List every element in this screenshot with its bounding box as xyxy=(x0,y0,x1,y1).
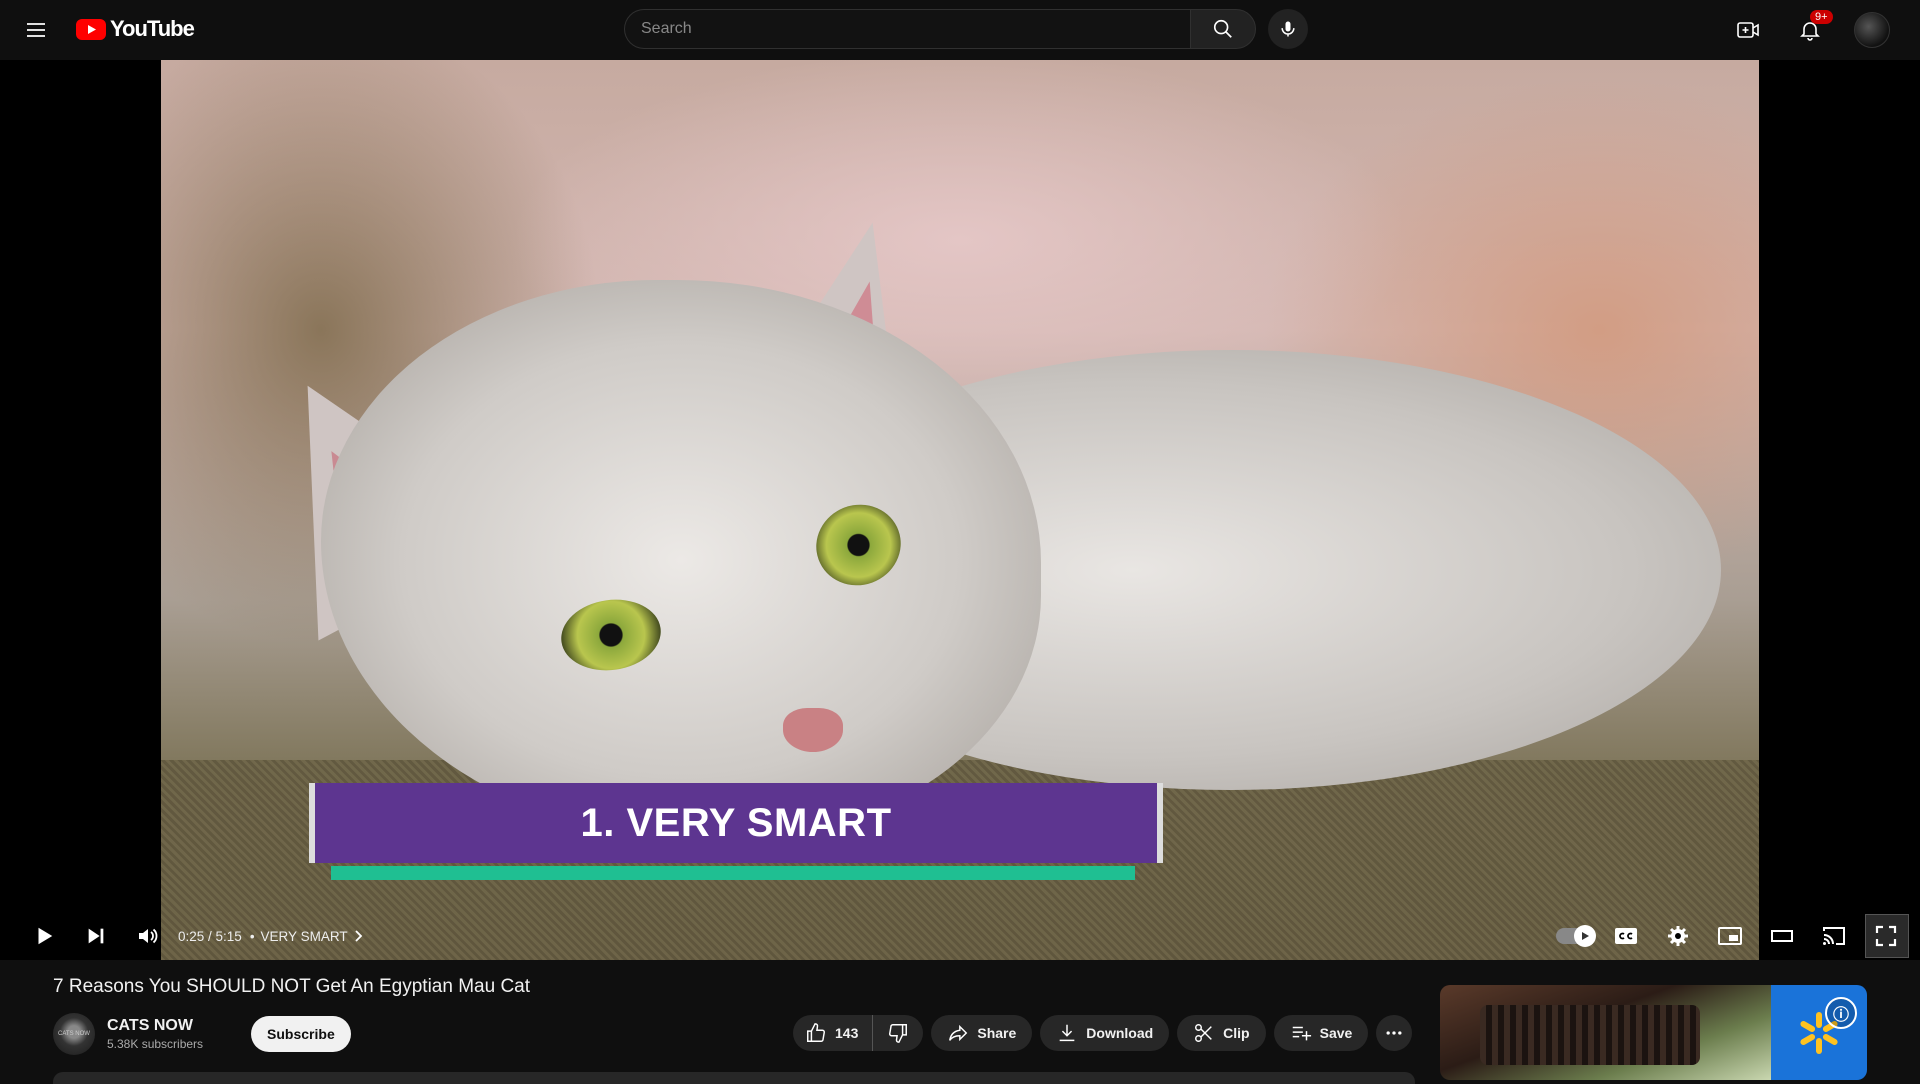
play-icon xyxy=(38,927,53,945)
video-actions: 143 Share Download Clip Save xyxy=(793,1015,1413,1051)
channel-info: CATS NOW 5.38K subscribers xyxy=(107,1017,203,1051)
share-label: Share xyxy=(977,1025,1017,1041)
thumbs-up-icon xyxy=(807,1023,825,1042)
play-button[interactable] xyxy=(18,912,70,960)
masthead: YouTube 9+ xyxy=(0,0,1920,60)
notifications-button[interactable]: 9+ xyxy=(1792,10,1833,48)
controls-right xyxy=(1548,912,1912,960)
volume-icon xyxy=(139,928,158,944)
channel-avatar[interactable]: CATS NOW xyxy=(53,1013,95,1055)
settings-button[interactable] xyxy=(1652,912,1704,960)
channel-name[interactable]: CATS NOW xyxy=(107,1017,203,1035)
scissors-icon xyxy=(1195,1024,1213,1042)
create-button[interactable] xyxy=(1730,12,1766,48)
video-info-section: 7 Reasons You SHOULD NOT Get An Egyptian… xyxy=(0,960,1920,1084)
logo-text: YouTube xyxy=(110,16,195,41)
fullscreen-icon xyxy=(1875,925,1897,947)
dislike-button[interactable] xyxy=(873,1015,923,1051)
menu-icon[interactable] xyxy=(24,18,48,42)
ad-info-icon[interactable]: ⓘ xyxy=(1825,997,1857,1029)
thumbs-down-icon xyxy=(889,1024,908,1043)
video-player[interactable]: 1. VERY SMART xyxy=(0,60,1920,969)
time-display: 0:25 / 5:15 xyxy=(178,928,242,944)
description-box[interactable] xyxy=(53,1072,1415,1084)
ad-grill-image xyxy=(1480,1005,1700,1065)
search-button[interactable] xyxy=(1190,9,1256,49)
search-input[interactable] xyxy=(624,9,1190,49)
like-count: 143 xyxy=(835,1025,859,1041)
playlist-add-icon xyxy=(1292,1026,1311,1041)
autoplay-switch xyxy=(1556,925,1596,947)
cast-button[interactable] xyxy=(1808,912,1860,960)
fullscreen-button[interactable] xyxy=(1860,912,1912,960)
companion-ad[interactable]: ⓘ xyxy=(1440,985,1867,1080)
video-overlay-strip xyxy=(331,866,1135,880)
mute-button[interactable] xyxy=(122,912,174,960)
video-overlay-title: 1. VERY SMART xyxy=(580,800,892,845)
controls-left: 0:25 / 5:15 • VERY SMART xyxy=(18,912,364,960)
ad-image[interactable] xyxy=(1440,985,1771,1080)
channel-row: CATS NOW CATS NOW 5.38K subscribers Subs… xyxy=(53,1013,351,1055)
video-title: 7 Reasons You SHOULD NOT Get An Egyptian… xyxy=(53,976,531,997)
autoplay-play-icon xyxy=(1582,932,1589,940)
video-cat-head xyxy=(321,280,1041,840)
share-icon xyxy=(949,1024,968,1042)
next-icon xyxy=(88,928,104,944)
miniplayer-button[interactable] xyxy=(1704,912,1756,960)
next-button[interactable] xyxy=(70,912,122,960)
like-dislike-group: 143 xyxy=(793,1015,924,1051)
create-icon xyxy=(1737,22,1759,38)
ad-info-glyph: ⓘ xyxy=(1832,1005,1849,1024)
video-cat-nose xyxy=(783,708,843,752)
youtube-logo[interactable]: YouTube xyxy=(76,16,195,42)
youtube-play-logo-icon xyxy=(76,18,106,40)
download-button[interactable]: Download xyxy=(1040,1015,1170,1051)
clip-button[interactable]: Clip xyxy=(1177,1015,1266,1051)
subtitles-button[interactable] xyxy=(1600,912,1652,960)
clip-label: Clip xyxy=(1223,1025,1250,1041)
channel-avatar-text: CATS NOW xyxy=(58,1031,90,1037)
cast-icon xyxy=(1823,927,1845,945)
save-button[interactable]: Save xyxy=(1273,1015,1369,1051)
like-button[interactable]: 143 xyxy=(793,1015,874,1051)
download-icon xyxy=(1059,1024,1075,1042)
video-frame[interactable]: 1. VERY SMART xyxy=(161,60,1759,960)
autoplay-toggle[interactable] xyxy=(1548,912,1600,960)
video-overlay-banner: 1. VERY SMART xyxy=(309,783,1163,863)
account-avatar[interactable] xyxy=(1854,12,1890,48)
chapter-title-button[interactable]: • VERY SMART xyxy=(250,929,364,944)
subscriber-count: 5.38K subscribers xyxy=(107,1037,204,1051)
chevron-right-icon xyxy=(354,930,362,942)
ad-brand-panel[interactable]: ⓘ xyxy=(1771,985,1867,1080)
search-box xyxy=(624,9,1308,49)
more-actions-button[interactable] xyxy=(1376,1015,1413,1051)
share-button[interactable]: Share xyxy=(931,1015,1033,1051)
player-controls: 0:25 / 5:15 • VERY SMART xyxy=(0,912,1920,960)
more-horizontal-icon xyxy=(1386,1031,1402,1035)
notification-badge: 9+ xyxy=(1810,10,1833,24)
miniplayer-icon xyxy=(1718,927,1742,945)
download-label: Download xyxy=(1086,1025,1154,1041)
search-icon xyxy=(1213,19,1232,38)
chapter-separator: • xyxy=(249,928,255,944)
autoplay-knob xyxy=(1574,925,1596,947)
masthead-actions: 9+ xyxy=(1730,10,1890,48)
theater-mode-icon xyxy=(1771,930,1793,942)
save-label: Save xyxy=(1319,1025,1353,1041)
subscribe-button[interactable]: Subscribe xyxy=(251,1016,351,1052)
closed-captions-icon xyxy=(1615,928,1637,944)
gear-icon xyxy=(1668,926,1688,946)
microphone-icon xyxy=(1281,21,1295,37)
voice-search-button[interactable] xyxy=(1268,9,1308,49)
chapter-title: VERY SMART xyxy=(260,928,348,944)
theater-mode-button[interactable] xyxy=(1756,912,1808,960)
